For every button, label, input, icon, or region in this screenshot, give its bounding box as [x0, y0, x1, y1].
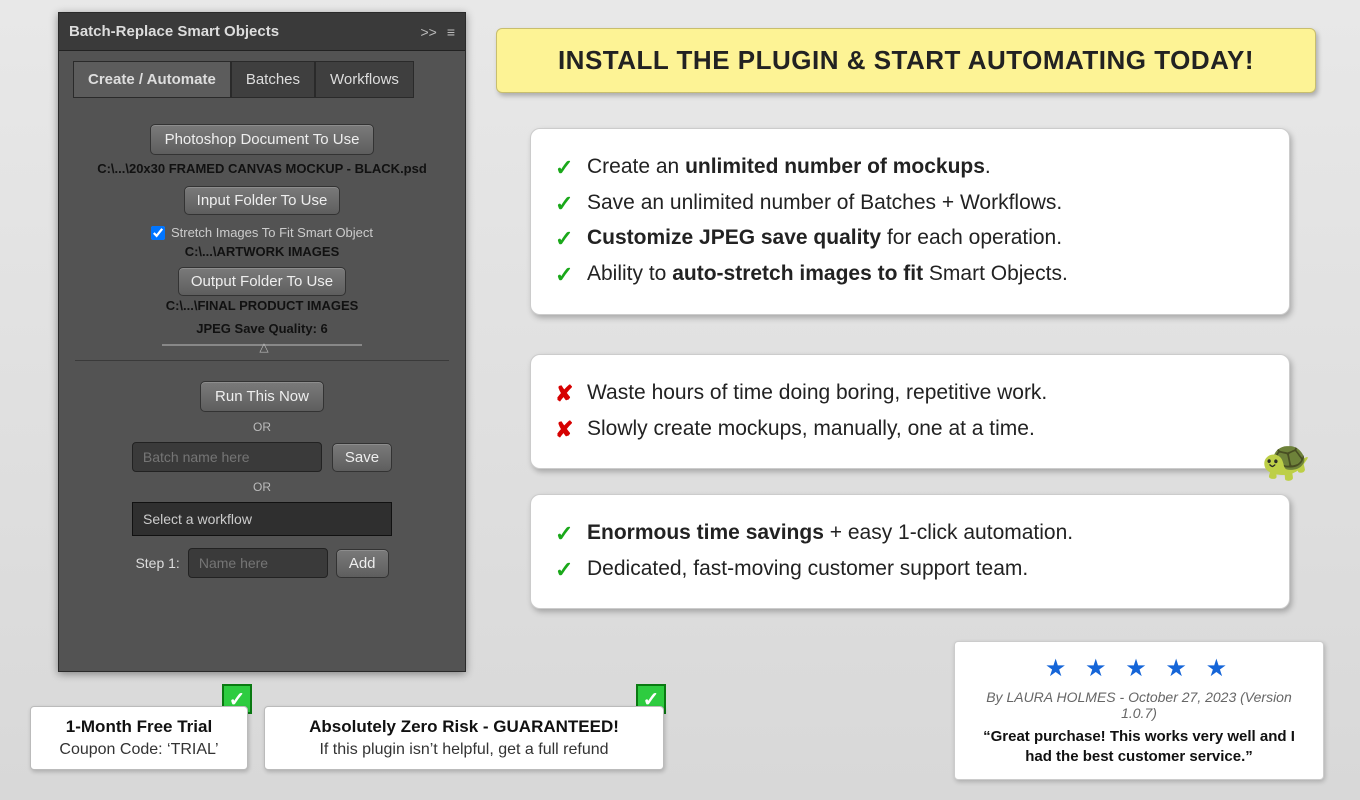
- input-path: C:\...\ARTWORK IMAGES: [75, 244, 449, 259]
- jpeg-quality-slider[interactable]: △: [162, 344, 362, 346]
- output-folder-button[interactable]: Output Folder To Use: [178, 267, 346, 296]
- check-icon: ✓: [555, 519, 577, 549]
- tab-workflows[interactable]: Workflows: [315, 61, 414, 98]
- x-icon: ✘: [555, 379, 577, 409]
- or-divider-1: OR: [75, 420, 449, 434]
- add-step-button[interactable]: Add: [336, 549, 389, 578]
- list-item: ✓Enormous time savings + easy 1-click au…: [555, 519, 1265, 549]
- check-icon: ✓: [555, 224, 577, 254]
- or-divider-2: OR: [75, 480, 449, 494]
- stretch-label: Stretch Images To Fit Smart Object: [171, 225, 373, 240]
- tab-create-automate[interactable]: Create / Automate: [73, 61, 231, 98]
- plugin-panel: Batch-Replace Smart Objects >> ≡ Create …: [58, 12, 466, 672]
- stretch-checkbox[interactable]: [151, 226, 165, 240]
- step-name-input[interactable]: [188, 548, 328, 578]
- guarantee-subtitle: If this plugin isn’t helpful, get a full…: [281, 741, 647, 759]
- output-path: C:\...\FINAL PRODUCT IMAGES: [75, 298, 449, 313]
- list-item: ✓Ability to auto-stretch images to fit S…: [555, 260, 1265, 290]
- star-rating-icon: ★ ★ ★ ★ ★: [969, 654, 1309, 683]
- x-icon: ✘: [555, 415, 577, 445]
- check-icon: ✓: [555, 189, 577, 219]
- check-icon: ✓: [555, 260, 577, 290]
- panel-header: Batch-Replace Smart Objects >> ≡: [59, 13, 465, 51]
- trial-badge: 1-Month Free Trial Coupon Code: ‘TRIAL’: [30, 706, 248, 770]
- review-card: ★ ★ ★ ★ ★ By LAURA HOLMES - October 27, …: [954, 641, 1324, 781]
- review-quote: “Great purchase! This works very well an…: [969, 727, 1309, 768]
- tab-batches[interactable]: Batches: [231, 61, 315, 98]
- list-item: ✓Dedicated, fast-moving customer support…: [555, 555, 1265, 585]
- input-folder-button[interactable]: Input Folder To Use: [184, 186, 341, 215]
- step1-label: Step 1:: [135, 555, 179, 571]
- trial-subtitle: Coupon Code: ‘TRIAL’: [47, 741, 231, 759]
- headline-banner: INSTALL THE PLUGIN & START AUTOMATING TO…: [496, 28, 1316, 93]
- list-item: ✓Customize JPEG save quality for each op…: [555, 224, 1265, 254]
- batch-name-input[interactable]: [132, 442, 322, 472]
- turtle-icon: 🐢: [1261, 437, 1311, 484]
- list-item: ✘Waste hours of time doing boring, repet…: [555, 379, 1265, 409]
- guarantee-badge: Absolutely Zero Risk - GUARANTEED! If th…: [264, 706, 664, 770]
- benefits-card-pros: ✓Create an unlimited number of mockups. …: [530, 128, 1290, 315]
- workflow-select[interactable]: Select a workflow: [132, 502, 392, 536]
- collapse-icon[interactable]: >>: [420, 24, 436, 40]
- check-icon: ✓: [555, 555, 577, 585]
- document-path: C:\...\20x30 FRAMED CANVAS MOCKUP - BLAC…: [75, 161, 449, 176]
- list-item: ✘Slowly create mockups, manually, one at…: [555, 415, 1265, 445]
- check-icon: ✓: [555, 153, 577, 183]
- save-batch-button[interactable]: Save: [332, 443, 392, 472]
- trial-title: 1-Month Free Trial: [47, 717, 231, 737]
- photoshop-document-button[interactable]: Photoshop Document To Use: [150, 124, 375, 155]
- panel-title: Batch-Replace Smart Objects: [69, 23, 420, 40]
- tab-bar: Create / Automate Batches Workflows: [59, 51, 465, 98]
- benefits-card-cons: ✘Waste hours of time doing boring, repet…: [530, 354, 1290, 469]
- slider-thumb-icon[interactable]: △: [258, 340, 270, 350]
- guarantee-title: Absolutely Zero Risk - GUARANTEED!: [281, 717, 647, 737]
- benefits-card-summary: ✓Enormous time savings + easy 1-click au…: [530, 494, 1290, 609]
- run-button[interactable]: Run This Now: [200, 381, 324, 412]
- list-item: ✓Create an unlimited number of mockups.: [555, 153, 1265, 183]
- list-item: ✓Save an unlimited number of Batches + W…: [555, 189, 1265, 219]
- panel-menu-icon[interactable]: ≡: [447, 24, 455, 40]
- review-byline: By LAURA HOLMES - October 27, 2023 (Vers…: [969, 689, 1309, 721]
- jpeg-quality-label: JPEG Save Quality: 6: [75, 321, 449, 336]
